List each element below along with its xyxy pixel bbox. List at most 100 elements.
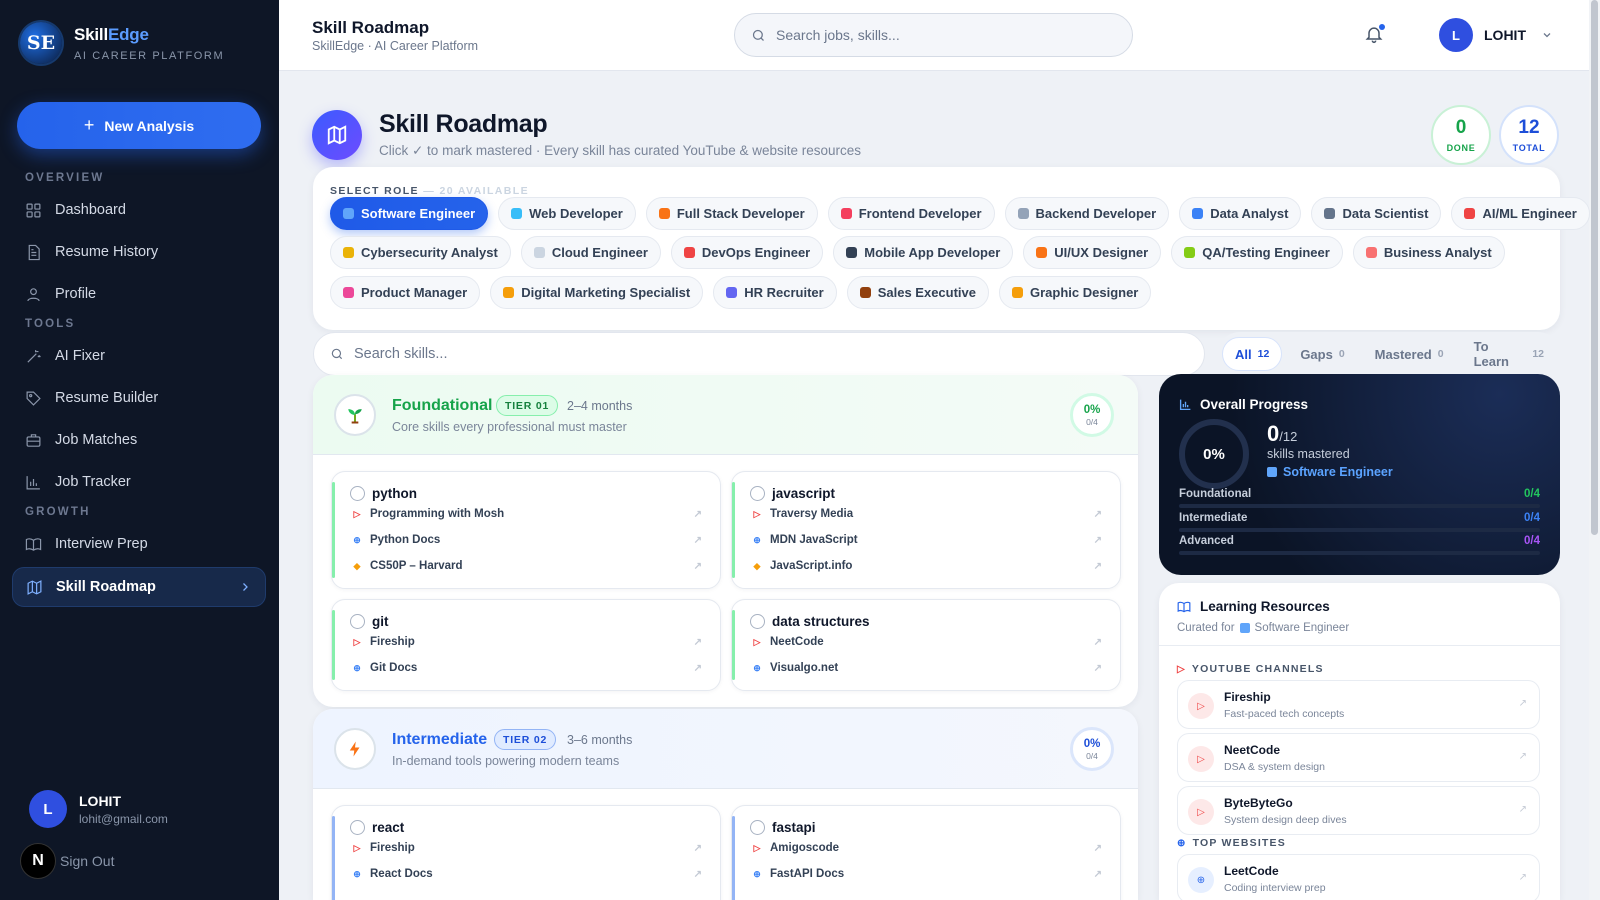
resource-link[interactable]: ▷ Fireship ↗ [352, 636, 702, 648]
global-search[interactable] [734, 13, 1133, 57]
sidebar-item-skill-roadmap[interactable]: Skill Roadmap [12, 567, 266, 607]
resource-link[interactable]: ▷ Traversy Media ↗ [752, 508, 1102, 520]
progress-row-fraction: 0/4 [1524, 535, 1540, 547]
graduation-cap-icon: ◆ [353, 560, 361, 571]
role-chip[interactable]: Business Analyst [1352, 236, 1505, 269]
skill-search[interactable] [313, 332, 1205, 376]
sidebar-item-ai-fixer[interactable]: AI Fixer [12, 336, 266, 376]
role-chip[interactable]: Mobile App Developer [833, 236, 1014, 269]
resource-link[interactable]: ▷ Amigoscode ↗ [752, 842, 1102, 854]
resource-link[interactable]: ⊕ React Docs ↗ [352, 868, 702, 880]
mastered-value: 0 [1267, 421, 1280, 446]
filter-gaps[interactable]: Gaps 0 [1288, 337, 1356, 371]
website-item[interactable]: ⊕ LeetCode Coding interview prep ↗ [1177, 854, 1540, 900]
tier-accent-bar [732, 610, 735, 680]
youtube-channel-item[interactable]: ▷ ByteByteGo System design deep dives ↗ [1177, 786, 1540, 835]
user-email: lohit@gmail.com [79, 811, 168, 826]
external-link-icon: ↗ [1093, 508, 1102, 520]
brand-logo: SE [20, 22, 62, 64]
brand[interactable]: SE SkillEdge AI CAREER PLATFORM [20, 22, 224, 64]
external-link-icon: ↗ [693, 662, 702, 674]
tier-accent-bar [332, 610, 335, 680]
external-link-icon: ↗ [1093, 868, 1102, 880]
resource-link[interactable]: ▷ Fireship ↗ [352, 842, 702, 854]
skill-card-react[interactable]: react ▷ Fireship ↗ ⊕ React Docs ↗ [331, 805, 721, 900]
resource-link[interactable]: ◆ JavaScript.info ↗ [752, 560, 1102, 572]
role-chip[interactable]: Sales Executive [846, 276, 989, 309]
resource-link[interactable]: ⊕ Python Docs ↗ [352, 534, 702, 546]
mastered-checkbox[interactable] [350, 614, 365, 629]
skill-card-javascript[interactable]: javascript ▷ Traversy Media ↗ ⊕ MDN JavaScr… [731, 471, 1121, 589]
skill-card-fastapi[interactable]: fastapi ▷ Amigoscode ↗ ⊕ FastAPI Docs ↗ [731, 805, 1121, 900]
skill-search-input[interactable] [354, 346, 1174, 362]
sidebar-item-interview-prep[interactable]: Interview Prep [12, 524, 266, 564]
notifications-button[interactable] [1364, 24, 1385, 44]
sign-out-button[interactable]: N Sign Out [20, 843, 114, 879]
role-chip[interactable]: HR Recruiter [713, 276, 837, 309]
role-chip[interactable]: Cybersecurity Analyst [330, 236, 511, 269]
role-icon [1464, 208, 1476, 219]
mastered-checkbox[interactable] [350, 486, 365, 501]
role-chip[interactable]: Web Developer [498, 197, 636, 230]
total-value: 12 [1518, 117, 1540, 138]
role-chip-label: Backend Developer [1035, 206, 1157, 221]
sidebar-user[interactable]: L LOHIT lohit@gmail.com [29, 790, 168, 828]
new-analysis-button[interactable]: + New Analysis [17, 102, 261, 149]
role-chip[interactable]: Software Engineer [330, 197, 489, 230]
role-chip[interactable]: AI/ML Engineer [1451, 197, 1590, 230]
mastered-checkbox[interactable] [750, 614, 765, 629]
mastered-checkbox[interactable] [750, 820, 765, 835]
skill-card-python[interactable]: python ▷ Programming with Mosh ↗ ⊕ Python D… [331, 471, 721, 589]
filter-to-learn[interactable]: To Learn 12 [1462, 337, 1556, 371]
role-chip[interactable]: DevOps Engineer [670, 236, 824, 269]
filter-mastered[interactable]: Mastered 0 [1363, 337, 1456, 371]
sidebar-item-job-tracker[interactable]: Job Tracker [12, 462, 266, 502]
role-chip[interactable]: Digital Marketing Specialist [490, 276, 704, 309]
resource-link[interactable]: ⊕ MDN JavaScript ↗ [752, 534, 1102, 546]
role-chip[interactable]: Data Scientist [1311, 197, 1442, 230]
chevron-down-icon [1543, 33, 1551, 38]
resource-link[interactable]: ⊕ Git Docs ↗ [352, 662, 702, 674]
tier-header[interactable]: Intermediate TIER 02 3–6 months In-deman… [313, 709, 1138, 789]
role-chip[interactable]: Full Stack Developer [645, 197, 818, 230]
resource-link[interactable]: ◆ CS50P – Harvard ↗ [352, 560, 702, 572]
skill-card-data-structures[interactable]: data structures ▷ NeetCode ↗ ⊕ Visualgo.net… [731, 599, 1121, 691]
plus-icon: + [83, 115, 95, 135]
skill-card-git[interactable]: git ▷ Fireship ↗ ⊕ Git Docs ↗ [331, 599, 721, 691]
filter-count: 0 [1338, 348, 1345, 360]
resource-link[interactable]: ⊕ Visualgo.net ↗ [752, 662, 1102, 674]
youtube-channel-item[interactable]: ▷ NeetCode DSA & system design ↗ [1177, 733, 1540, 782]
filter-all[interactable]: All 12 [1222, 337, 1283, 371]
tier-badge: TIER 01 [496, 395, 559, 416]
mastered-checkbox[interactable] [750, 486, 765, 501]
role-icon [503, 287, 515, 298]
role-chip[interactable]: Data Analyst [1179, 197, 1302, 230]
channel-description: System design deep dives [1224, 814, 1347, 826]
tier-header[interactable]: Foundational TIER 01 2–4 months Core ski… [313, 375, 1138, 455]
resource-link[interactable]: ▷ Programming with Mosh ↗ [352, 508, 702, 520]
role-chip[interactable]: Product Manager [330, 276, 481, 309]
role-chip[interactable]: QA/Testing Engineer [1171, 236, 1343, 269]
resource-title: Amigoscode [770, 842, 840, 854]
role-chip[interactable]: Graphic Designer [999, 276, 1152, 309]
role-chip[interactable]: Backend Developer [1004, 197, 1170, 230]
role-chip[interactable]: Frontend Developer [827, 197, 995, 230]
sidebar-item-dashboard[interactable]: Dashboard [12, 190, 266, 230]
resource-title: React Docs [370, 868, 433, 880]
role-chip[interactable]: UI/UX Designer [1023, 236, 1162, 269]
scrollbar[interactable] [1589, 0, 1600, 900]
sidebar-item-resume-history[interactable]: Resume History [12, 232, 266, 272]
search-input[interactable] [776, 27, 1096, 43]
resource-link[interactable]: ⊕ FastAPI Docs ↗ [752, 868, 1102, 880]
role-icon [859, 287, 871, 298]
sidebar-item-resume-builder[interactable]: Resume Builder [12, 378, 266, 418]
mastered-checkbox[interactable] [350, 820, 365, 835]
role-chip[interactable]: Cloud Engineer [520, 236, 661, 269]
resource-link[interactable]: ▷ NeetCode ↗ [752, 636, 1102, 648]
sidebar-item-profile[interactable]: Profile [12, 274, 266, 314]
user-menu[interactable]: L LOHIT [1439, 18, 1553, 52]
youtube-channel-item[interactable]: ▷ Fireship Fast-paced tech concepts ↗ [1177, 680, 1540, 729]
sidebar-item-job-matches[interactable]: Job Matches [12, 420, 266, 460]
external-link-icon: ↗ [693, 508, 702, 520]
scrollbar-thumb[interactable] [1591, 0, 1598, 535]
